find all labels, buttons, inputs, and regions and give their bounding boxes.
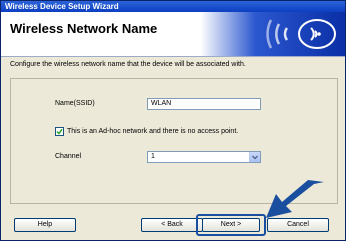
adhoc-label: This is an Ad-hoc network and there is n… bbox=[67, 128, 239, 135]
wireless-signal-icon bbox=[266, 19, 336, 49]
channel-label: Channel bbox=[55, 153, 82, 160]
ssid-label: Name(SSID) bbox=[55, 100, 95, 107]
wizard-header: Wireless Network Name bbox=[1, 12, 345, 57]
arrow-pointer-icon bbox=[266, 180, 324, 218]
page-title: Wireless Network Name bbox=[10, 21, 158, 36]
page-description: Configure the wireless network name that… bbox=[10, 61, 246, 68]
back-button[interactable]: < Back bbox=[141, 218, 203, 232]
adhoc-checkbox[interactable] bbox=[55, 127, 64, 136]
chevron-down-icon[interactable] bbox=[249, 152, 260, 162]
channel-select[interactable]: 1 bbox=[147, 151, 261, 163]
next-button[interactable]: Next > bbox=[202, 218, 260, 232]
window-title: Wireless Device Setup Wizard bbox=[1, 1, 345, 12]
ssid-input[interactable]: WLAN bbox=[147, 98, 261, 110]
checkmark-icon bbox=[56, 128, 63, 135]
help-button[interactable]: Help bbox=[14, 218, 76, 232]
channel-value: 1 bbox=[151, 153, 155, 160]
